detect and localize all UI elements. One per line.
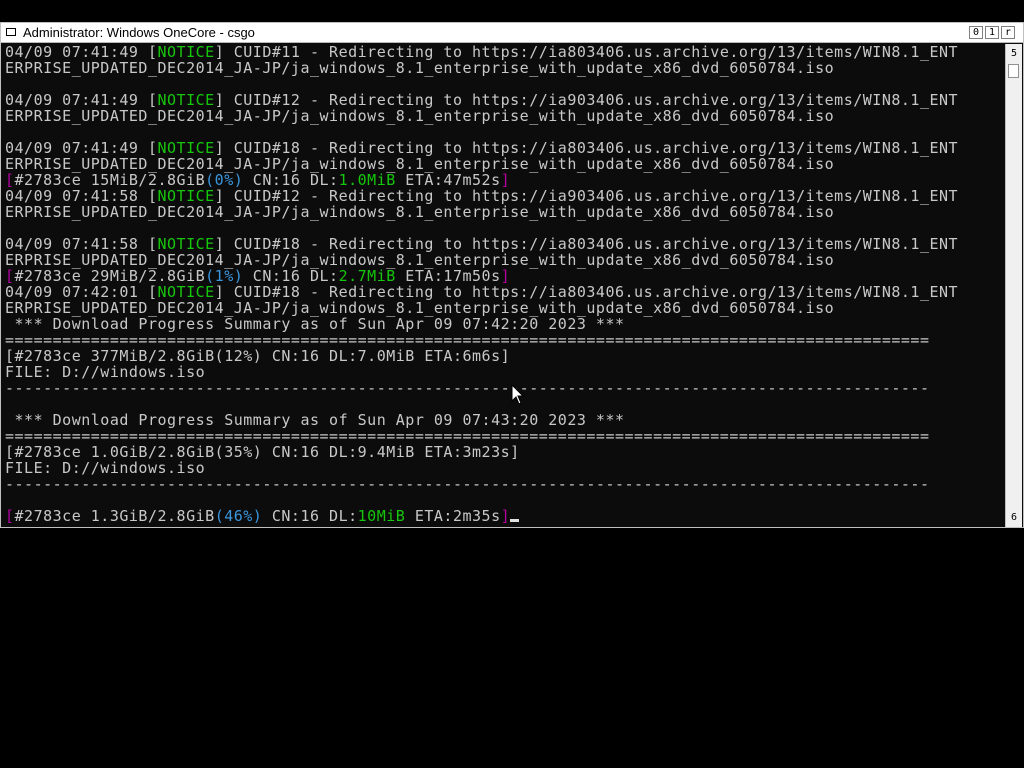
console-line: ----------------------------------------… (5, 476, 1005, 492)
console-text: ] (500, 507, 511, 525)
console-text: ERPRISE_UPDATED_DEC2014_JA-JP/ja_windows… (5, 203, 835, 221)
console-line: ERPRISE_UPDATED_DEC2014_JA-JP/ja_windows… (5, 60, 1005, 76)
scroll-up-arrow-icon[interactable]: 5 (1007, 46, 1021, 62)
console-text: [ (5, 507, 15, 525)
close-button[interactable]: r (1001, 26, 1015, 39)
console-text: #2783ce 1.3GiB/2.8GiB (14, 507, 215, 525)
arrow-pointer-icon (511, 384, 525, 405)
console-text: (46%) (214, 507, 263, 525)
console-line: [#2783ce 1.0GiB/2.8GiB(35%) CN:16 DL:9.4… (5, 444, 1005, 460)
console-line: 04/09 07:41:58 [NOTICE] CUID#12 - Redire… (5, 188, 1005, 204)
console-text: 10MiB (357, 507, 406, 525)
console-window[interactable]: Administrator: Windows OneCore - csgo 0 … (0, 22, 1024, 528)
console-line: [#2783ce 15MiB/2.8GiB(0%) CN:16 DL:1.0Mi… (5, 172, 1005, 188)
console-line: ERPRISE_UPDATED_DEC2014_JA-JP/ja_windows… (5, 156, 1005, 172)
console-line: 04/09 07:42:01 [NOTICE] CUID#18 - Redire… (5, 284, 1005, 300)
console-text: ETA:2m35s (405, 507, 501, 525)
console-line: 04/09 07:41:58 [NOTICE] CUID#18 - Redire… (5, 236, 1005, 252)
console-line: [#2783ce 29MiB/2.8GiB(1%) CN:16 DL:2.7Mi… (5, 268, 1005, 284)
text-cursor (510, 519, 520, 522)
console-line: [#2783ce 1.3GiB/2.8GiB(46%) CN:16 DL:10M… (5, 508, 1005, 524)
console-output[interactable]: 04/09 07:41:49 [NOTICE] CUID#11 - Redire… (5, 44, 1005, 528)
console-line: ========================================… (5, 428, 1005, 444)
console-line: 04/09 07:41:49 [NOTICE] CUID#11 - Redire… (5, 44, 1005, 60)
console-line: ========================================… (5, 332, 1005, 348)
console-line: ERPRISE_UPDATED_DEC2014_JA-JP/ja_windows… (5, 252, 1005, 268)
console-line: 04/09 07:41:49 [NOTICE] CUID#18 - Redire… (5, 140, 1005, 156)
console-line: FILE: D://windows.iso (5, 460, 1005, 476)
console-window-icon[interactable] (6, 28, 16, 36)
console-line: *** Download Progress Summary as of Sun … (5, 412, 1005, 428)
console-text: ----------------------------------------… (5, 379, 930, 397)
console-line: ERPRISE_UPDATED_DEC2014_JA-JP/ja_windows… (5, 204, 1005, 220)
console-line: ----------------------------------------… (5, 380, 1005, 396)
vertical-scrollbar[interactable]: 5 6 (1005, 44, 1022, 527)
scrollbar-thumb[interactable] (1008, 64, 1019, 78)
console-line: [#2783ce 377MiB/2.8GiB(12%) CN:16 DL:7.0… (5, 348, 1005, 364)
console-line: *** Download Progress Summary as of Sun … (5, 316, 1005, 332)
title-bar[interactable]: Administrator: Windows OneCore - csgo 0 … (1, 23, 1023, 43)
console-line: FILE: D://windows.iso (5, 364, 1005, 380)
console-text: ----------------------------------------… (5, 475, 930, 493)
console-text: ERPRISE_UPDATED_DEC2014_JA-JP/ja_windows… (5, 59, 835, 77)
console-text: CN:16 DL: (262, 507, 358, 525)
console-text: ERPRISE_UPDATED_DEC2014_JA-JP/ja_windows… (5, 107, 835, 125)
maximize-button[interactable]: 1 (985, 26, 999, 39)
console-line: ERPRISE_UPDATED_DEC2014_JA-JP/ja_windows… (5, 300, 1005, 316)
window-title: Administrator: Windows OneCore - csgo (23, 25, 255, 40)
console-line: 04/09 07:41:49 [NOTICE] CUID#12 - Redire… (5, 92, 1005, 108)
console-line: ERPRISE_UPDATED_DEC2014_JA-JP/ja_windows… (5, 108, 1005, 124)
minimize-button[interactable]: 0 (969, 26, 983, 39)
scroll-down-arrow-icon[interactable]: 6 (1007, 510, 1021, 526)
